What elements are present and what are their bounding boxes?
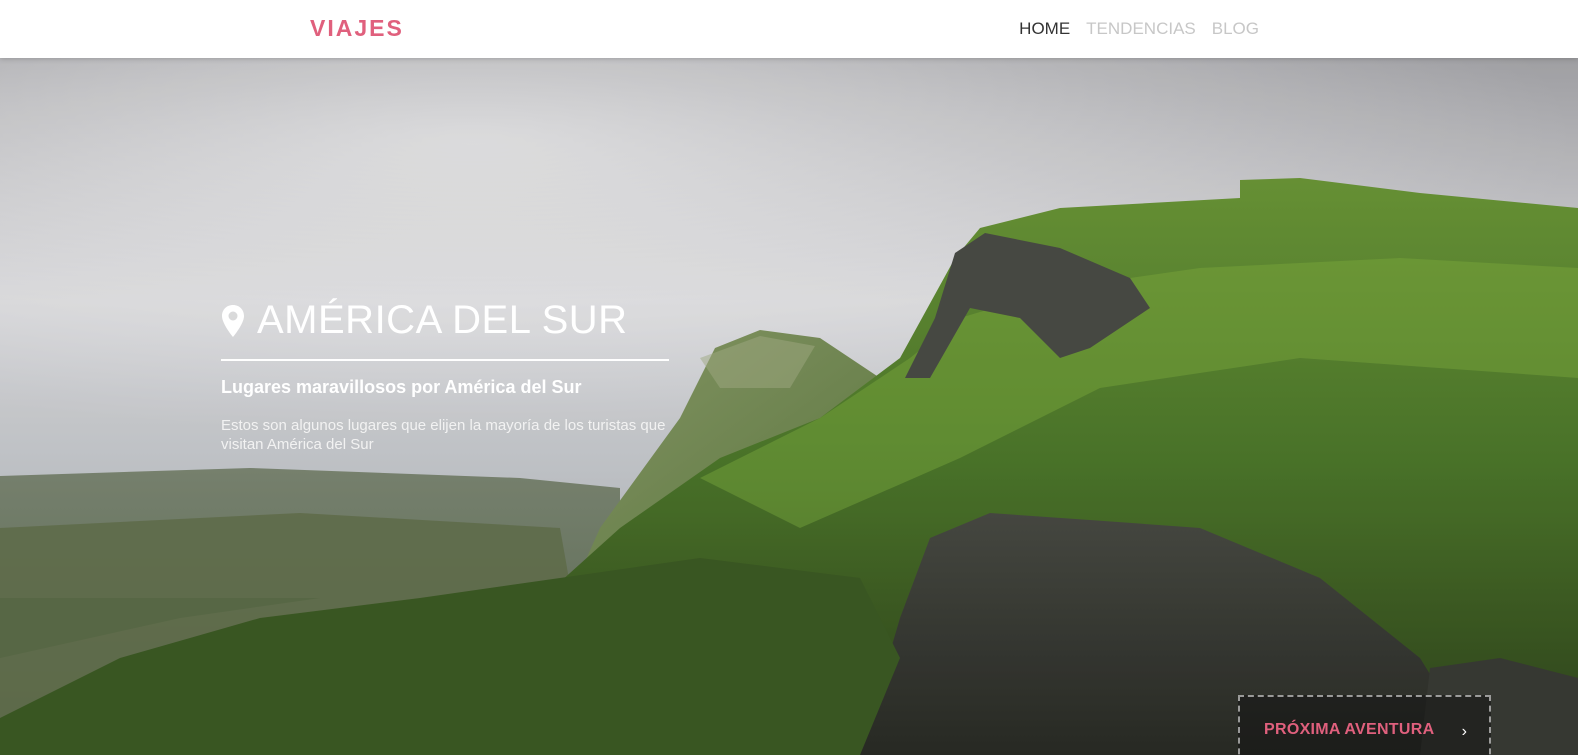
hero-title-text: AMÉRICA DEL SUR	[257, 298, 628, 342]
hero-description: Estos son algunos lugares que elijen la …	[221, 417, 666, 453]
hero-title: AMÉRICA DEL SUR	[221, 298, 669, 361]
site-logo[interactable]: VIAJES	[310, 15, 404, 42]
chevron-right-icon: ›	[1461, 723, 1467, 740]
hero-subtitle: Lugares maravillosos por América del Sur	[221, 377, 582, 397]
nav-tendencias-link[interactable]: TENDENCIAS	[1086, 19, 1196, 39]
next-adventure-button[interactable]: PRÓXIMA AVENTURA ›	[1238, 695, 1491, 755]
hero-content: AMÉRICA DEL SUR Lugares maravillosos por…	[221, 298, 669, 454]
top-navbar: VIAJES HOME TENDENCIAS BLOG	[0, 0, 1578, 58]
next-adventure-label: PRÓXIMA AVENTURA	[1264, 721, 1435, 738]
nav-home-link[interactable]: HOME	[1019, 19, 1070, 39]
hero-section: AMÉRICA DEL SUR Lugares maravillosos por…	[0, 58, 1578, 755]
nav-blog-link[interactable]: BLOG	[1212, 19, 1259, 39]
main-nav: HOME TENDENCIAS BLOG	[1019, 19, 1259, 39]
map-pin-icon	[222, 304, 244, 337]
